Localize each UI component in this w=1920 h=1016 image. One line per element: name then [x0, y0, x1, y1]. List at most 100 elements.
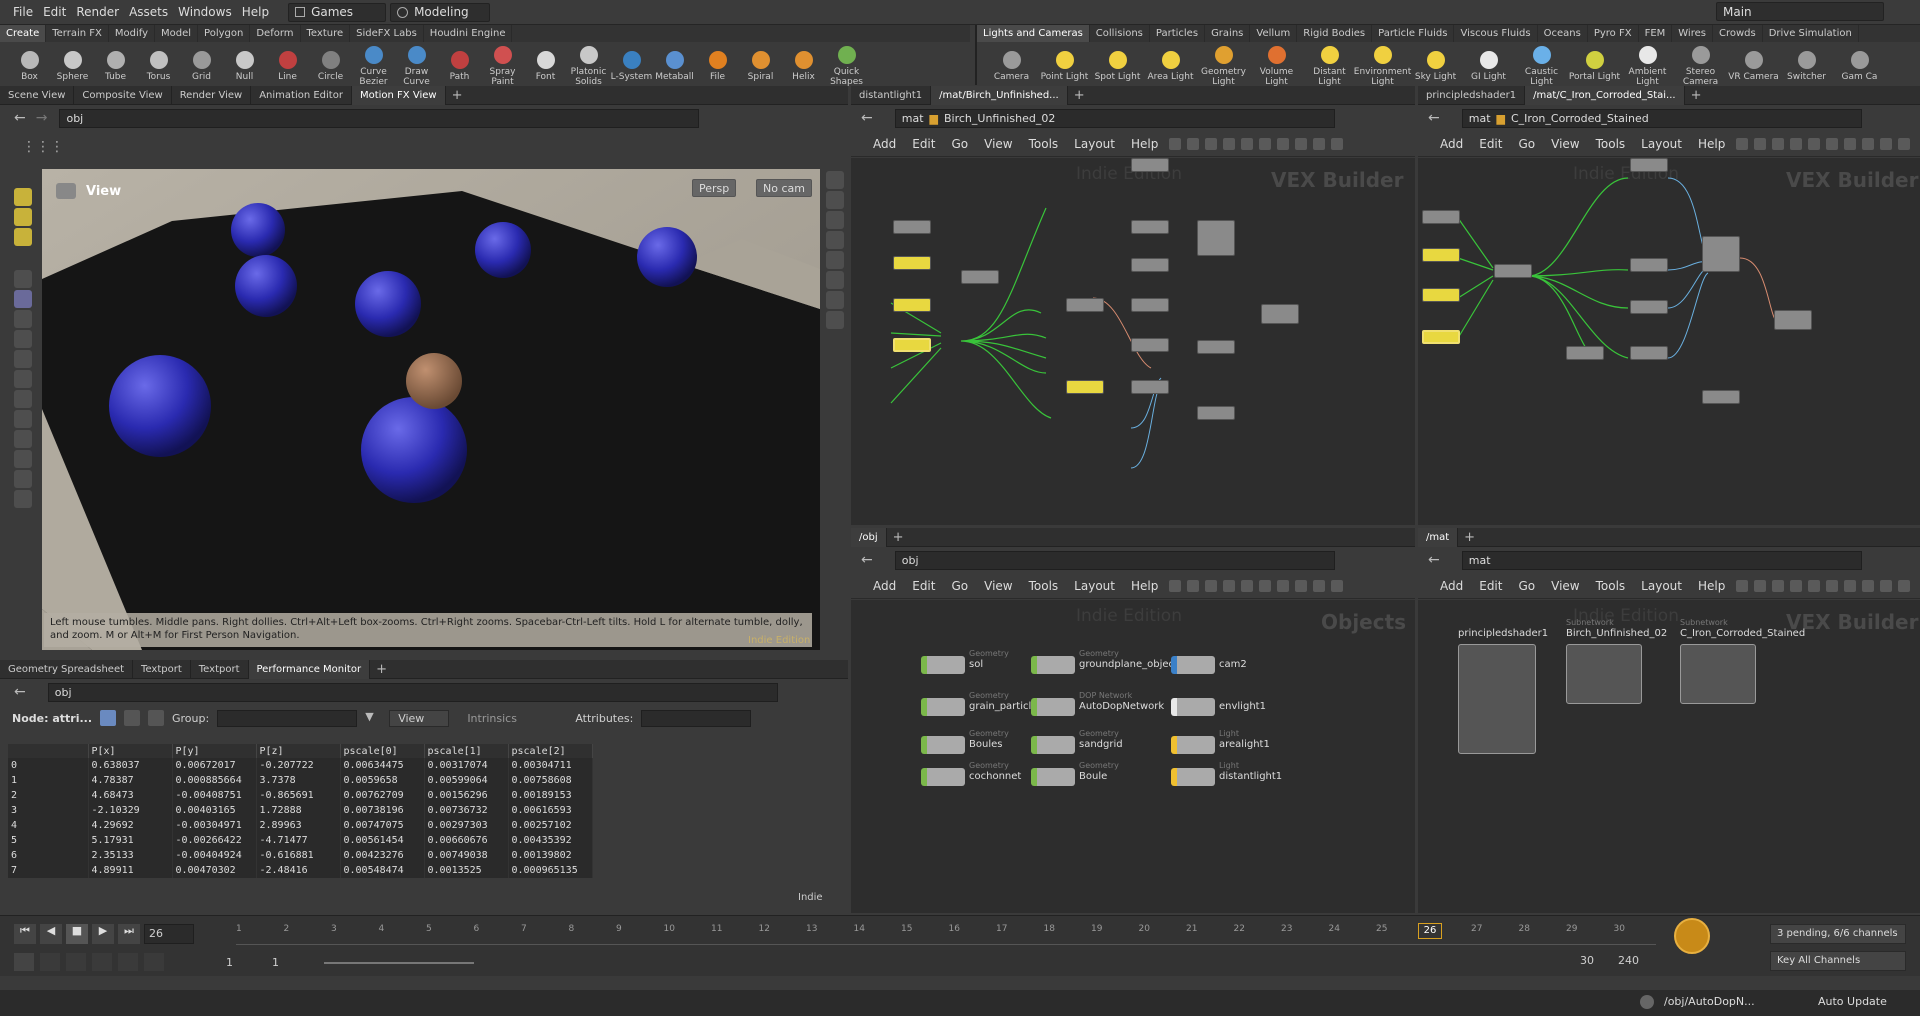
loop-icon[interactable] [66, 953, 86, 971]
rotate-icon[interactable] [14, 350, 32, 368]
network-tool-icon[interactable] [1313, 137, 1326, 150]
network-tool-icon[interactable] [1295, 137, 1308, 150]
shelf-tool[interactable]: Quick Shapes [825, 46, 868, 87]
shelf-tab[interactable]: Vellum [1250, 25, 1298, 42]
step-icon[interactable] [118, 953, 138, 971]
shelf-tool[interactable]: Grid [180, 51, 223, 82]
shelf-tab[interactable]: Texture [301, 25, 351, 42]
select-tool-2-icon[interactable] [14, 208, 32, 226]
network-tool-icon[interactable] [1169, 579, 1182, 592]
menu-edit[interactable]: Edit [904, 137, 943, 151]
lock-icon[interactable] [14, 290, 32, 308]
node-roughness[interactable] [1131, 258, 1169, 272]
network-canvas[interactable]: Indie Edition VEX Builder principledshad… [1418, 600, 1920, 913]
node-material-properties[interactable] [1702, 390, 1740, 404]
network-tool-icon[interactable] [1169, 137, 1182, 150]
end-frame[interactable]: 30 [1580, 954, 1594, 967]
object-node[interactable] [921, 656, 965, 674]
first-frame-icon[interactable]: ⏮ [14, 924, 36, 944]
select-tool-icon[interactable] [14, 188, 32, 206]
menu-edit[interactable]: Edit [1471, 579, 1510, 593]
shelf-tool[interactable]: Null [223, 51, 266, 82]
audio-icon[interactable] [40, 953, 60, 971]
network-tool-icon[interactable] [1754, 579, 1767, 592]
scale-icon[interactable] [14, 370, 32, 388]
pane-tab[interactable]: /obj [851, 527, 887, 547]
menu-add[interactable]: Add [1432, 137, 1471, 151]
node-metallic[interactable] [1630, 258, 1668, 272]
spreadsheet-path-field[interactable]: obj [47, 682, 778, 702]
play-icon[interactable]: ▶ [92, 924, 114, 944]
shelf-tab[interactable]: Polygon [198, 25, 251, 42]
pane-tab[interactable]: Performance Monitor [248, 659, 371, 679]
object-node[interactable] [1031, 736, 1075, 754]
handle-icon[interactable] [14, 390, 32, 408]
shelf-tool[interactable]: Path [438, 51, 481, 82]
pane-tab[interactable]: principledshader1 [1418, 85, 1526, 105]
network-path-field[interactable]: mat [1461, 550, 1862, 570]
camera-menu[interactable]: No cam [756, 179, 812, 197]
menu-layout[interactable]: Layout [1633, 137, 1690, 151]
network-tool-icon[interactable] [1277, 579, 1290, 592]
shelf-tab[interactable]: Houdini Engine [424, 25, 513, 42]
shelf-tab[interactable]: Model [155, 25, 199, 42]
shelf-tool[interactable]: Camera [985, 51, 1038, 82]
object-node[interactable] [921, 736, 965, 754]
menu-help[interactable]: Help [1123, 579, 1166, 593]
shelf-tool[interactable]: Circle [309, 51, 352, 82]
snap-icon[interactable] [14, 450, 32, 468]
network-tool-icon[interactable] [1259, 579, 1272, 592]
display-icon[interactable] [826, 311, 844, 329]
shelf-tool[interactable]: Helix [782, 51, 825, 82]
network-tool-icon[interactable] [1808, 579, 1821, 592]
shelf-tool[interactable]: Spray Paint [481, 46, 524, 87]
network-tool-icon[interactable] [1313, 579, 1326, 592]
back-arrow-icon[interactable]: ← [14, 684, 26, 700]
node-texcoord[interactable] [1422, 210, 1460, 224]
network-tool-icon[interactable] [1862, 137, 1875, 150]
menu-view[interactable]: View [1543, 137, 1587, 151]
network-tool-icon[interactable] [1772, 579, 1785, 592]
menu-go[interactable]: Go [1510, 137, 1543, 151]
display-icon[interactable] [826, 211, 844, 229]
node-height[interactable] [1131, 338, 1169, 352]
shelf-tool[interactable]: Box [8, 51, 51, 82]
range-icon[interactable] [14, 953, 34, 971]
network-tool-icon[interactable] [1844, 579, 1857, 592]
view-tool-icon[interactable] [14, 490, 32, 508]
menu-file[interactable]: File [8, 5, 38, 19]
add-tab-icon[interactable]: + [893, 530, 904, 545]
network-canvas[interactable]: Indie Edition Objects Geometry sol Geometr… [851, 600, 1415, 913]
node-rotate[interactable] [893, 298, 931, 312]
network-tool-icon[interactable] [1880, 579, 1893, 592]
display-icon[interactable] [826, 171, 844, 189]
network-tool-icon[interactable] [1187, 579, 1200, 592]
menu-edit[interactable]: Edit [38, 5, 71, 19]
shelf-tool[interactable]: VR Camera [1727, 51, 1780, 82]
network-path-field[interactable]: obj [894, 550, 1335, 570]
shelf-tab[interactable]: Pyro FX [1588, 25, 1639, 42]
shelf-tool[interactable]: Geometry Light [1197, 46, 1250, 87]
menu-view[interactable]: View [976, 137, 1020, 151]
autokey-icon[interactable] [1674, 918, 1710, 954]
menu-layout[interactable]: Layout [1633, 579, 1690, 593]
menu-tools[interactable]: Tools [1021, 137, 1067, 151]
back-arrow-icon[interactable]: ← [861, 552, 873, 568]
shelf-tab[interactable]: Drive Simulation [1763, 25, 1859, 42]
network-tool-icon[interactable] [1205, 579, 1218, 592]
pending-channels[interactable]: 3 pending, 6/6 channels [1770, 924, 1906, 944]
shelf-tool[interactable]: Volume Light [1250, 46, 1303, 87]
primitives-icon[interactable] [148, 710, 164, 726]
network-tool-icon[interactable] [1736, 137, 1749, 150]
network-tool-icon[interactable] [1808, 137, 1821, 150]
network-path-field[interactable]: mat ▆ C_Iron_Corroded_Stained [1461, 108, 1862, 128]
node-normalmap[interactable] [1131, 298, 1169, 312]
network-tool-icon[interactable] [1277, 137, 1290, 150]
object-node[interactable] [1171, 656, 1215, 674]
display-icon[interactable] [826, 271, 844, 289]
node-texcoord[interactable] [893, 220, 931, 234]
node-scale[interactable] [1422, 248, 1460, 262]
shelf-tool[interactable]: Area Light [1144, 51, 1197, 82]
network-tool-icon[interactable] [1790, 137, 1803, 150]
shelf-tool[interactable]: Curve Bezier [352, 46, 395, 87]
